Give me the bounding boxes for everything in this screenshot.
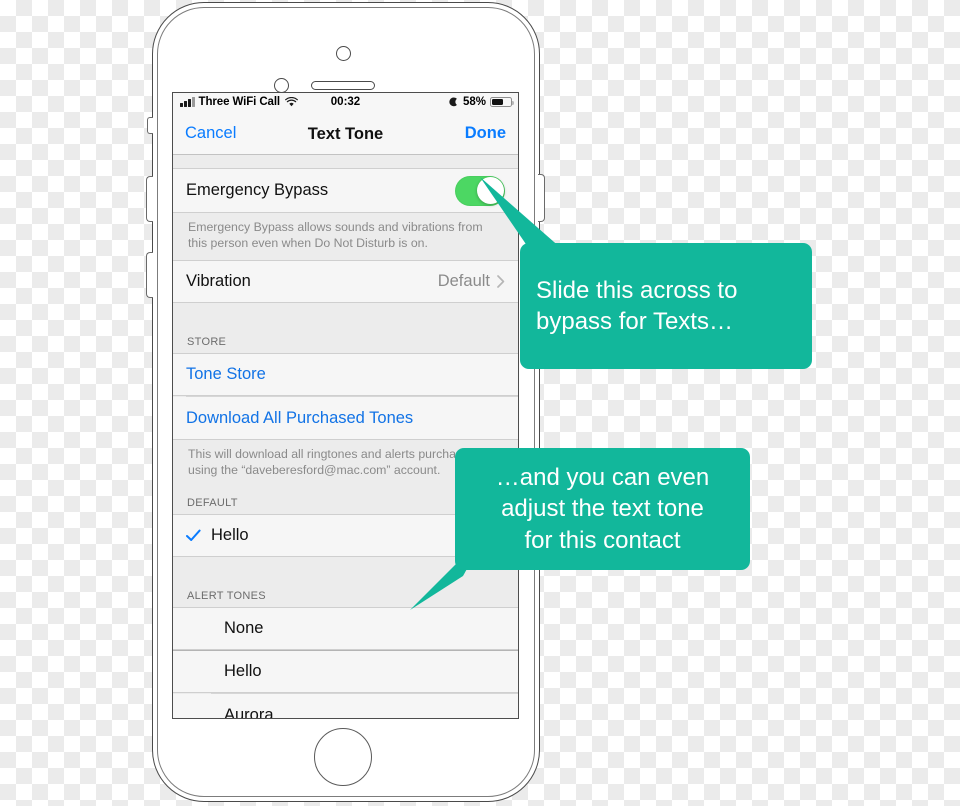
callout-text-tone: …and you can even adjust the text tone f… (455, 448, 750, 570)
cancel-button[interactable]: Cancel (185, 124, 236, 143)
list-spacer (173, 303, 518, 326)
vibration-label: Vibration (186, 272, 251, 290)
alert-tone-label: None (224, 619, 264, 637)
front-camera-icon (336, 46, 351, 61)
row-vibration[interactable]: Vibration Default (173, 260, 518, 303)
settings-list[interactable]: Emergency Bypass Emergency Bypass allows… (173, 155, 518, 719)
callout-bypass: Slide this across to bypass for Texts… (520, 243, 812, 369)
selected-indicator (186, 529, 211, 542)
navigation-bar: Cancel Text Tone Done (173, 114, 518, 155)
row-alert-tone-hello[interactable]: Hello (173, 650, 518, 693)
callout-text-tone-text: …and you can even adjust the text tone f… (495, 464, 710, 554)
default-tone-label: Hello (211, 526, 249, 544)
volume-down-button[interactable] (146, 252, 153, 298)
battery-percent-label: 58% (462, 96, 486, 108)
mute-switch-button[interactable] (147, 117, 153, 134)
row-emergency-bypass[interactable]: Emergency Bypass (173, 168, 518, 213)
alert-tone-label: Hello (224, 662, 262, 680)
emergency-bypass-label: Emergency Bypass (186, 181, 329, 199)
status-bar-right: 58% (449, 96, 515, 108)
chevron-right-icon (497, 275, 505, 288)
proximity-sensor-icon (274, 78, 289, 93)
earpiece-speaker-icon (311, 81, 375, 90)
section-header-store: STORE (173, 326, 518, 353)
callout-bypass-text: Slide this across to bypass for Texts… (536, 276, 738, 335)
list-spacer (173, 155, 518, 168)
alert-tone-label: Aurora (224, 705, 274, 719)
volume-up-button[interactable] (146, 176, 153, 222)
home-button[interactable] (314, 728, 372, 786)
battery-icon (490, 96, 515, 108)
row-tone-store[interactable]: Tone Store (173, 353, 518, 396)
done-button[interactable]: Done (465, 124, 506, 143)
checkmark-icon (186, 529, 201, 541)
download-all-label: Download All Purchased Tones (186, 408, 414, 427)
row-alert-tone-aurora[interactable]: Aurora (173, 694, 518, 719)
emergency-bypass-footnote: Emergency Bypass allows sounds and vibra… (173, 213, 518, 260)
tone-store-label: Tone Store (186, 365, 266, 383)
crescent-moon-icon (449, 96, 457, 106)
row-download-all-purchased-tones[interactable]: Download All Purchased Tones (173, 397, 518, 440)
status-bar: Three WiFi Call 00:32 58% (173, 93, 518, 114)
